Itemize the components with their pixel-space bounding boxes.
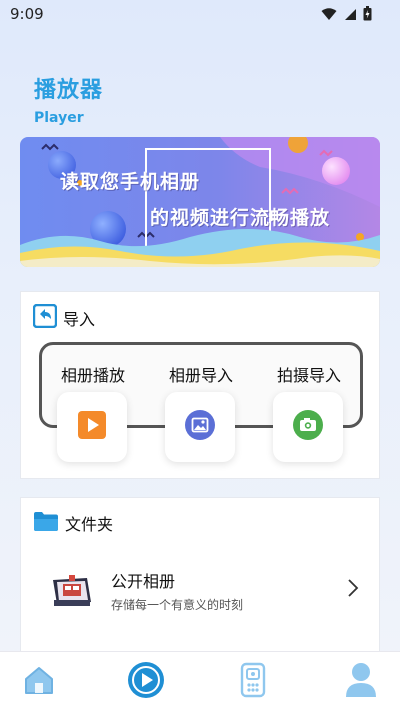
camera-icon: [293, 410, 323, 444]
banner-text-line2: 的视频进行流畅播放: [150, 207, 331, 229]
banner-illustration: [20, 137, 380, 267]
status-icons: [321, 6, 372, 25]
album-thumbnail-icon: [51, 574, 93, 612]
bottom-nav: [0, 651, 400, 711]
signal-icon: [343, 6, 357, 25]
play-icon: [78, 411, 106, 443]
import-header: 导入: [32, 303, 96, 332]
public-album-item[interactable]: 公开相册 存储每一个有意义的时刻: [21, 548, 379, 628]
folder-card: 文件夹 公开相册 存储每一个有意义的时刻: [20, 497, 380, 657]
import-label-album-play: 相册播放: [60, 366, 125, 385]
folder-header: 文件夹: [33, 510, 113, 536]
album-import-button[interactable]: [165, 392, 235, 462]
status-time: 9:09: [10, 5, 44, 23]
image-icon: [185, 410, 215, 444]
folder-title: 文件夹: [65, 515, 114, 534]
remote-icon: [240, 662, 266, 702]
home-icon: [23, 665, 55, 699]
folder-icon: [33, 510, 59, 536]
nav-remote[interactable]: [233, 662, 273, 702]
import-back-icon: [32, 303, 58, 332]
status-bar: 9:09: [0, 0, 400, 28]
user-icon: [344, 661, 378, 703]
import-card: 导入 相册播放 相册导入 拍摄导入: [20, 291, 380, 479]
album-play-button[interactable]: [57, 392, 127, 462]
page-subtitle: Player: [34, 110, 84, 126]
battery-icon: [363, 6, 372, 25]
import-label-album-import: 相册导入: [168, 366, 233, 385]
nav-player[interactable]: [126, 662, 166, 702]
album-title: 公开相册: [111, 572, 176, 591]
camera-import-button[interactable]: [273, 392, 343, 462]
nav-profile[interactable]: [341, 662, 381, 702]
album-description: 存储每一个有意义的时刻: [111, 598, 244, 612]
import-title: 导入: [63, 310, 96, 329]
banner-text-line1: 读取您手机相册: [60, 171, 201, 193]
promo-banner[interactable]: 读取您手机相册 的视频进行流畅播放: [20, 137, 380, 267]
wifi-icon: [321, 6, 337, 25]
import-label-camera-import: 拍摄导入: [276, 366, 341, 385]
page-title: 播放器: [34, 78, 104, 103]
play-circle-icon: [127, 661, 165, 703]
chevron-right-icon[interactable]: [347, 578, 359, 602]
nav-home[interactable]: [19, 662, 59, 702]
